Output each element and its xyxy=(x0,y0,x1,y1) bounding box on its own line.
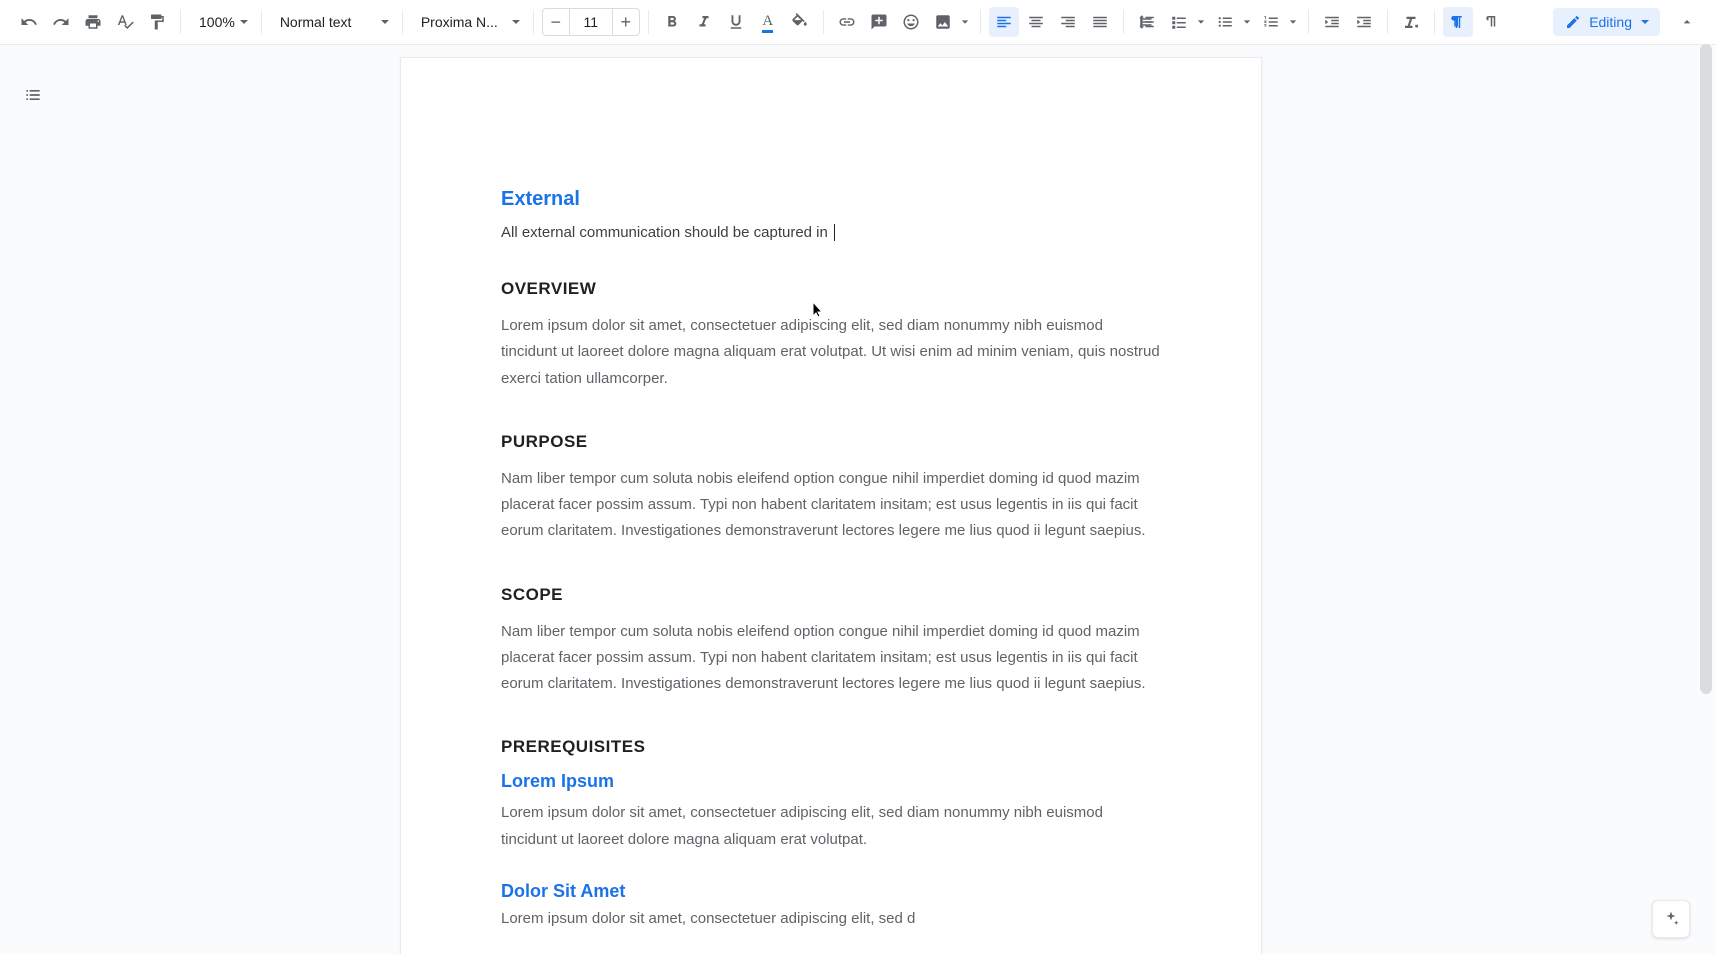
heading-purpose[interactable]: PURPOSE xyxy=(501,432,1161,452)
align-left-button[interactable] xyxy=(989,7,1019,37)
align-justify-button[interactable] xyxy=(1085,7,1115,37)
insert-emoji-button[interactable] xyxy=(896,7,926,37)
collapse-toolbar-button[interactable] xyxy=(1672,7,1702,37)
paragraph-style-dropdown[interactable]: Normal text xyxy=(270,10,394,34)
subheading-dolor[interactable]: Dolor Sit Amet xyxy=(501,881,1161,902)
insert-link-button[interactable] xyxy=(832,7,862,37)
heading-prerequisites[interactable]: PREREQUISITES xyxy=(501,737,1161,757)
separator xyxy=(180,10,181,34)
ltr-button[interactable] xyxy=(1443,7,1473,37)
undo-button[interactable] xyxy=(14,7,44,37)
separator xyxy=(1387,10,1388,34)
separator xyxy=(1434,10,1435,34)
purpose-paragraph[interactable]: Nam liber tempor cum soluta nobis eleife… xyxy=(501,466,1161,545)
chevron-down-icon xyxy=(958,18,972,26)
subheading-lorem[interactable]: Lorem Ipsum xyxy=(501,771,1161,792)
overview-paragraph[interactable]: Lorem ipsum dolor sit amet, consectetuer… xyxy=(501,313,1161,392)
chevron-down-icon xyxy=(1194,18,1208,26)
print-button[interactable] xyxy=(78,7,108,37)
line-spacing-dropdown[interactable] xyxy=(1132,7,1162,37)
spellcheck-button[interactable] xyxy=(110,7,140,37)
decrease-indent-button[interactable] xyxy=(1317,7,1347,37)
separator xyxy=(1123,10,1124,34)
align-right-button[interactable] xyxy=(1053,7,1083,37)
explore-button[interactable] xyxy=(1652,900,1690,938)
zoom-value: 100% xyxy=(199,14,235,30)
separator xyxy=(648,10,649,34)
insert-image-icon xyxy=(928,7,958,37)
zoom-dropdown[interactable]: 100% xyxy=(189,10,253,34)
heading-scope[interactable]: SCOPE xyxy=(501,585,1161,605)
show-outline-button[interactable] xyxy=(18,80,48,110)
text-color-button[interactable]: A xyxy=(753,7,783,37)
separator xyxy=(823,10,824,34)
mode-label: Editing xyxy=(1589,14,1632,30)
scope-paragraph[interactable]: Nam liber tempor cum soluta nobis eleife… xyxy=(501,619,1161,698)
editing-mode-dropdown[interactable]: Editing xyxy=(1553,8,1660,36)
style-value: Normal text xyxy=(280,14,352,30)
bulleted-list-icon xyxy=(1210,7,1240,37)
redo-button[interactable] xyxy=(46,7,76,37)
checklist-dropdown[interactable] xyxy=(1164,7,1208,37)
increase-indent-button[interactable] xyxy=(1349,7,1379,37)
rtl-button[interactable] xyxy=(1475,7,1505,37)
font-value: Proxima N... xyxy=(421,14,498,30)
document-canvas[interactable]: External All external communication shou… xyxy=(0,44,1716,954)
font-size-group: − + xyxy=(542,8,640,36)
heading-overview[interactable]: OVERVIEW xyxy=(501,279,1161,299)
main-toolbar: 100% Normal text Proxima N... − + A xyxy=(0,0,1716,45)
heading-external[interactable]: External xyxy=(501,188,1161,211)
separator xyxy=(980,10,981,34)
vertical-scrollbar[interactable] xyxy=(1698,44,1714,954)
underline-button[interactable] xyxy=(721,7,751,37)
italic-button[interactable] xyxy=(689,7,719,37)
dolor-paragraph[interactable]: Lorem ipsum dolor sit amet, consectetuer… xyxy=(501,906,1161,932)
highlight-color-button[interactable] xyxy=(785,7,815,37)
text-cursor xyxy=(834,224,835,241)
bold-button[interactable] xyxy=(657,7,687,37)
pencil-icon xyxy=(1565,14,1581,30)
insert-image-dropdown[interactable] xyxy=(928,7,972,37)
clear-formatting-button[interactable] xyxy=(1396,7,1426,37)
body-text[interactable]: All external communication should be cap… xyxy=(501,221,1161,245)
font-size-input[interactable] xyxy=(569,8,613,36)
checklist-icon xyxy=(1164,7,1194,37)
line-spacing-icon xyxy=(1132,7,1162,37)
scroll-thumb[interactable] xyxy=(1700,44,1712,694)
paint-format-button[interactable] xyxy=(142,7,172,37)
scroll-track[interactable] xyxy=(1698,44,1714,954)
add-comment-button[interactable] xyxy=(864,7,894,37)
increase-font-size-button[interactable]: + xyxy=(613,8,640,36)
font-family-dropdown[interactable]: Proxima N... xyxy=(411,10,525,34)
numbered-list-dropdown[interactable] xyxy=(1256,7,1300,37)
chevron-down-icon xyxy=(1640,14,1650,30)
bulleted-list-dropdown[interactable] xyxy=(1210,7,1254,37)
chevron-down-icon xyxy=(1240,18,1254,26)
document-page[interactable]: External All external communication shou… xyxy=(400,57,1262,954)
separator xyxy=(402,10,403,34)
separator xyxy=(261,10,262,34)
page-content[interactable]: External All external communication shou… xyxy=(401,58,1261,954)
numbered-list-icon xyxy=(1256,7,1286,37)
chevron-down-icon xyxy=(1286,18,1300,26)
lorem-paragraph[interactable]: Lorem ipsum dolor sit amet, consectetuer… xyxy=(501,800,1161,853)
separator xyxy=(1308,10,1309,34)
decrease-font-size-button[interactable]: − xyxy=(542,8,569,36)
separator xyxy=(533,10,534,34)
align-center-button[interactable] xyxy=(1021,7,1051,37)
